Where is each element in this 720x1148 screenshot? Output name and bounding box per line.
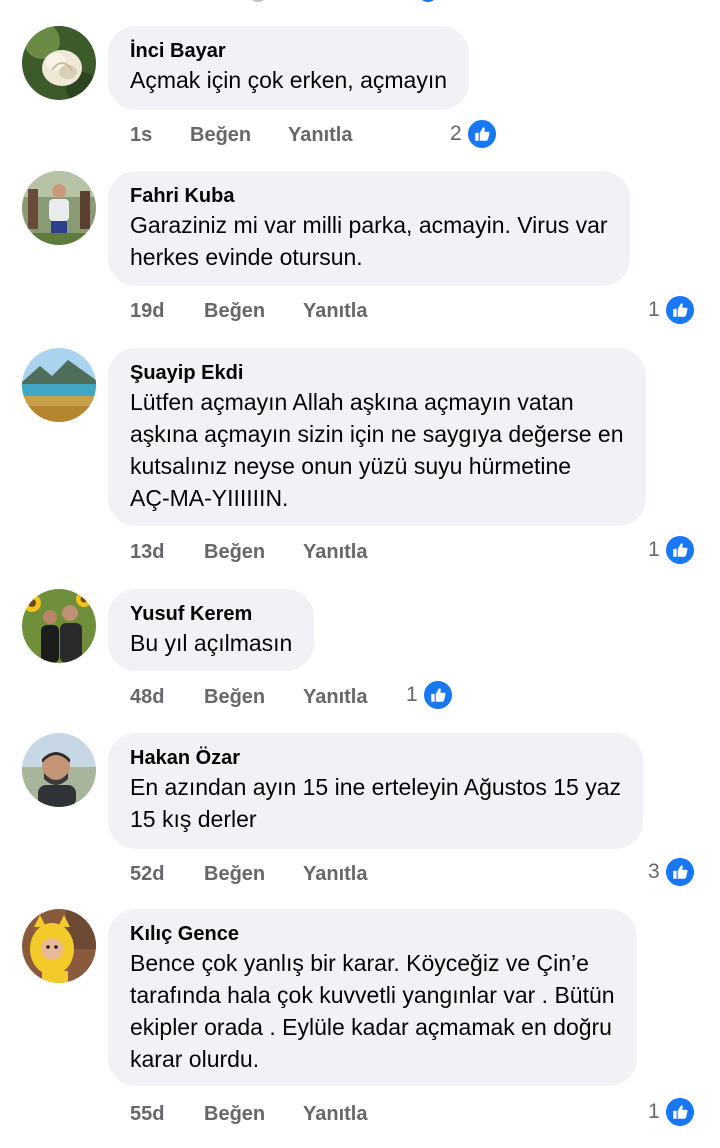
rose-avatar[interactable]: [22, 26, 96, 100]
comment-bubble: Hakan Özar En azından ayın 15 ine ertele…: [108, 733, 643, 849]
man-selfie-avatar[interactable]: [22, 733, 96, 807]
previous-comment-fragment: [0, 0, 720, 4]
comment-text-line: herkes evinde otursun.: [130, 244, 363, 270]
comment-time[interactable]: 1s: [130, 122, 152, 148]
comment-text-line: aşkına açmayın sizin için ne saygıya değ…: [130, 421, 624, 447]
reply-button[interactable]: Yanıtla: [303, 1101, 367, 1127]
comment-author[interactable]: Hakan Özar: [130, 745, 621, 771]
comment-author[interactable]: Kılıç Gence: [130, 921, 615, 947]
reaction-summary[interactable]: 3: [648, 856, 696, 888]
comment-author[interactable]: İnci Bayar: [130, 38, 447, 64]
child-yellow-costume-avatar[interactable]: [22, 909, 96, 983]
reaction-summary[interactable]: 1: [648, 1096, 696, 1128]
thumbs-up-icon: [663, 1096, 696, 1128]
reply-button[interactable]: Yanıtla: [288, 122, 352, 148]
lake-landscape-avatar[interactable]: [22, 348, 96, 422]
comment-bubble: Şuayip Ekdi Lütfen açmayın Allah aşkına …: [108, 348, 646, 526]
reaction-summary[interactable]: 2: [450, 118, 498, 150]
like-button[interactable]: Beğen: [204, 539, 265, 565]
sunflower-couple-avatar[interactable]: [22, 589, 96, 663]
like-button[interactable]: Beğen: [204, 684, 265, 710]
thumbs-up-icon: [663, 294, 696, 326]
man-in-garden-avatar[interactable]: [22, 171, 96, 245]
thumbs-up-icon: [421, 679, 454, 711]
reply-button[interactable]: Yanıtla: [303, 298, 367, 324]
comment-time[interactable]: 13d: [130, 539, 164, 565]
comment-text-line: Garaziniz mi var milli parka, acmayin. V…: [130, 212, 608, 238]
reply-button[interactable]: Yanıtla: [303, 861, 367, 887]
comment-text-line: Lütfen açmayın Allah aşkına açmayın vata…: [130, 389, 574, 415]
comment-time[interactable]: 19d: [130, 298, 164, 324]
reaction-summary[interactable]: 1: [648, 534, 696, 566]
comment-bubble: Yusuf Kerem Bu yıl açılmasın: [108, 589, 315, 671]
comment-bubble: Fahri Kuba Garaziniz mi var milli parka,…: [108, 171, 630, 286]
comment-time[interactable]: 48d: [130, 684, 164, 710]
comment-text-line: AÇ-MA-YIIIIIIN.: [130, 485, 289, 511]
reaction-summary[interactable]: 1: [406, 679, 454, 711]
like-button[interactable]: Beğen: [204, 1101, 265, 1127]
thumbs-up-icon: [465, 118, 498, 150]
comment-text-line: En azından ayın 15 ine erteleyin Ağustos…: [130, 774, 621, 800]
comment-text-line: Açmak için çok erken, açmayın: [130, 67, 448, 93]
like-button[interactable]: Beğen: [190, 122, 251, 148]
comment-time[interactable]: 52d: [130, 861, 164, 887]
comment-text-line: kutsalınız neyse onun yüzü suyu hürmetin…: [130, 453, 572, 479]
reaction-count: 2: [450, 122, 462, 145]
comment-text-line: Bence çok yanlış bir karar. Köyceğiz ve …: [130, 950, 589, 976]
comment-time[interactable]: 55d: [130, 1101, 164, 1127]
like-button[interactable]: Beğen: [204, 861, 265, 887]
reply-button[interactable]: Yanıtla: [303, 684, 367, 710]
comment-text-line: karar olurdu.: [130, 1046, 260, 1072]
comment-text-line: Bu yıl açılmasın: [130, 630, 293, 656]
comment-text-line: ekipler orada . Eylüle kadar açmamak en …: [130, 1014, 612, 1040]
reaction-count: 3: [648, 860, 660, 883]
like-button[interactable]: Beğen: [204, 298, 265, 324]
reaction-count: 1: [648, 538, 660, 561]
comment-text-line: tarafında hala çok kuvvetli yangınlar va…: [130, 982, 615, 1008]
thumbs-up-icon: [663, 534, 696, 566]
reaction-count: 1: [648, 1100, 660, 1123]
comment-bubble: Kılıç Gence Bence çok yanlış bir karar. …: [108, 909, 637, 1086]
reaction-count: 1: [648, 298, 660, 321]
comment-author[interactable]: Şuayip Ekdi: [130, 360, 624, 386]
thumbs-up-icon: [663, 856, 696, 888]
reaction-summary[interactable]: 1: [648, 294, 696, 326]
comment-author[interactable]: Yusuf Kerem: [130, 601, 292, 627]
comment-author[interactable]: Fahri Kuba: [130, 183, 608, 209]
comment-bubble: İnci Bayar Açmak için çok erken, açmayın: [108, 26, 470, 110]
reaction-count: 1: [406, 683, 418, 706]
reply-button[interactable]: Yanıtla: [303, 539, 367, 565]
comment-text-line: 15 kış derler: [130, 806, 257, 832]
